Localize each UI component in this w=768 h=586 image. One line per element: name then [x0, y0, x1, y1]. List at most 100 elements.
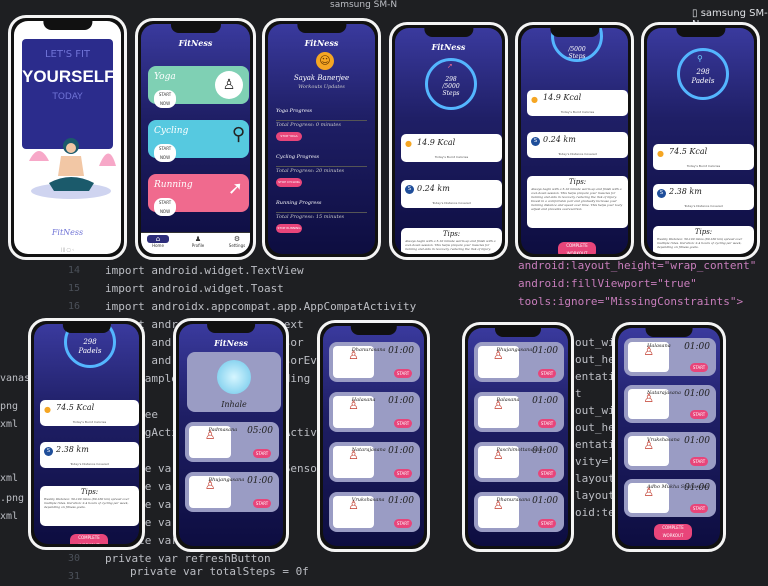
start-button[interactable]: START	[394, 369, 412, 378]
pose-card[interactable]: ♙ Balasana 01:00 START	[474, 392, 564, 432]
start-button[interactable]: START	[690, 410, 708, 419]
start-button[interactable]: START	[690, 457, 708, 466]
pedals2-count-value: 298	[83, 338, 97, 346]
pose-card[interactable]: ♙ Bhujangasana 01:00 START	[474, 342, 564, 382]
breath-orb	[217, 360, 251, 394]
device-tab[interactable]: samsung SM-N	[330, 0, 420, 10]
start-button[interactable]: START	[394, 469, 412, 478]
distance-icon: S	[44, 447, 53, 456]
pose-time: 01:00	[388, 446, 414, 456]
kcal-caption: Today's Burnt Calories	[560, 110, 595, 114]
start-button[interactable]: START	[690, 363, 708, 372]
start-button[interactable]: START	[253, 449, 271, 458]
running-start-button[interactable]: START NOW	[154, 198, 176, 216]
pose-card[interactable]: ♙ Adho Mukha Svanasana 01:00 START	[624, 479, 716, 517]
gear-icon: ⚙	[233, 235, 241, 243]
progress-text: Total Progress: 15 minutes	[276, 214, 345, 220]
pose-card[interactable]: ♙ Natarajasana 01:00 START	[329, 442, 420, 482]
cycling-start-button[interactable]: START NOW	[154, 144, 176, 162]
xml-right-line: out_wi	[575, 404, 615, 417]
km-caption: Today's Distance Covered	[70, 462, 109, 466]
steps2-goal: /5000	[568, 46, 586, 53]
splash-top-text: LET'S FIT	[44, 49, 91, 60]
pose-time: 05:00	[247, 426, 273, 436]
device-tab-label: samsung SM-N	[330, 0, 398, 10]
start-button[interactable]: START	[538, 519, 556, 528]
app-title: FitNess	[214, 338, 248, 348]
pose-name: Vrukshasana	[647, 437, 680, 443]
complete-workout-button[interactable]: COMPLETE WORKOUT	[654, 524, 692, 540]
pose-card[interactable]: ♙ Dhanurasana 01:00 START	[474, 492, 564, 532]
divider	[276, 120, 367, 121]
stop-button[interactable]: STOP RUNNING	[276, 224, 302, 233]
kcal-value: 74.5 Kcal	[56, 403, 95, 412]
pedals-unit: Padels	[691, 77, 715, 85]
project-file[interactable]: png	[0, 398, 18, 416]
project-file[interactable]: .png	[0, 490, 24, 508]
tips-card: Tips: Always begin with a 5-10 minute wa…	[527, 176, 628, 228]
start-button[interactable]: START	[394, 419, 412, 428]
pose-time: 01:00	[532, 396, 558, 406]
pose-card[interactable]: ♙ Vrukshasana 01:00 START	[624, 432, 716, 470]
start-button[interactable]: START	[538, 419, 556, 428]
yoga-start-button[interactable]: START NOW	[154, 90, 176, 108]
stop-button[interactable]: STOP YOGA	[276, 132, 302, 141]
pose-card[interactable]: ♙ Halasana 01:00 START	[624, 338, 716, 376]
km-caption: Today's Distance Covered	[558, 152, 597, 156]
pedals2-unit: Padels	[78, 347, 102, 355]
pose-card[interactable]: ♙ Dhanurasana 01:00 START	[329, 342, 420, 382]
pose-card[interactable]: ♙ Paschimottanasana 01:00 START	[474, 442, 564, 482]
phone-home: FitNess Yoga START NOW ♙ Cycling START N…	[135, 18, 256, 260]
complete-workout-button[interactable]: COMPLETE WORKOUT	[558, 242, 596, 254]
nav-profile[interactable]: ♟ Profile	[187, 235, 209, 248]
runner-icon: ➚	[227, 178, 243, 199]
yoga-card[interactable]: Yoga START NOW ♙	[148, 66, 249, 108]
nav-home[interactable]: ⌂ Home	[147, 235, 169, 248]
pose-card[interactable]: ♙ Halasana 01:00 START	[329, 392, 420, 432]
yoga3-screen: ♙ Bhujangasana 01:00 START ♙ Balasana 01:00 STA…	[468, 328, 568, 546]
tips-text: Always begin with a 5-10 minute warm-up …	[531, 187, 623, 211]
yoga2-screen: ♙ Dhanurasana 01:00 START ♙ Halasana 01:00 STAR…	[323, 326, 424, 546]
splash-brand: FitNess	[51, 228, 84, 237]
pose-card[interactable]: ♙ Vrukshasana 01:00 START	[329, 492, 420, 532]
start-button[interactable]: START	[538, 369, 556, 378]
fire-icon: ●	[531, 95, 538, 104]
project-file[interactable]: xml	[0, 470, 18, 488]
divider	[276, 166, 367, 167]
xml-right-line: layout	[575, 489, 615, 502]
start-button[interactable]: START	[394, 519, 412, 528]
progress-heading: Yoga Progress	[276, 108, 313, 114]
pose-time: 01:00	[388, 496, 414, 506]
start-button[interactable]: START	[538, 469, 556, 478]
start-button[interactable]: START	[253, 499, 271, 508]
person-icon: ♟	[194, 235, 202, 243]
tips-text: Always begin with a 5-10 minute warm-up …	[405, 239, 496, 251]
pose-time: 01:00	[532, 346, 558, 356]
pose-card[interactable]: ♙ Padmasana 05:00 START	[185, 422, 279, 462]
divider	[276, 212, 367, 213]
cycling-card[interactable]: Cycling START NOW ⚲	[148, 120, 249, 162]
bottom-nav: ⌂ Home ♟ Profile ⚙ Settings	[141, 232, 250, 254]
pose-card[interactable]: ♙ Bhujangasana 01:00 START	[185, 472, 279, 512]
stop-button[interactable]: STOP CYCLING	[276, 178, 302, 187]
nav-settings[interactable]: ⚙ Settings	[226, 235, 248, 248]
xml-right-line: out_wi	[575, 336, 615, 349]
start-button[interactable]: START	[690, 504, 708, 513]
project-file[interactable]: xml	[0, 416, 18, 434]
distance-icon: S	[657, 189, 666, 198]
pose-name: Natarajasana	[647, 390, 681, 396]
complete-workout-button[interactable]: COMPLETE WORKOUT	[70, 534, 108, 544]
project-file[interactable]: xml	[0, 508, 18, 526]
tips-card: Tips: Always begin with a 5-10 minute wa…	[401, 228, 502, 254]
fire-icon: ●	[405, 139, 412, 148]
running-card[interactable]: Running START NOW ➚	[148, 174, 249, 216]
pose-name: Halasana	[351, 397, 376, 403]
pose-name: Dhanurasana	[496, 497, 531, 503]
pose-card[interactable]: ♙ Natarajasana 01:00 START	[624, 385, 716, 423]
pose-name: Dhanurasana	[351, 347, 386, 353]
km-value: 0.24 km	[543, 135, 576, 144]
pose-name: Halasana	[647, 343, 671, 349]
project-file[interactable]: vanas	[0, 370, 30, 388]
tips-card: Tips: Weekly Distance: 50-100 miles (80-…	[653, 226, 754, 254]
yoga1-screen: FitNess Inhale ♙ Padmasana 05:00 START ♙ Bhuj…	[179, 324, 283, 546]
